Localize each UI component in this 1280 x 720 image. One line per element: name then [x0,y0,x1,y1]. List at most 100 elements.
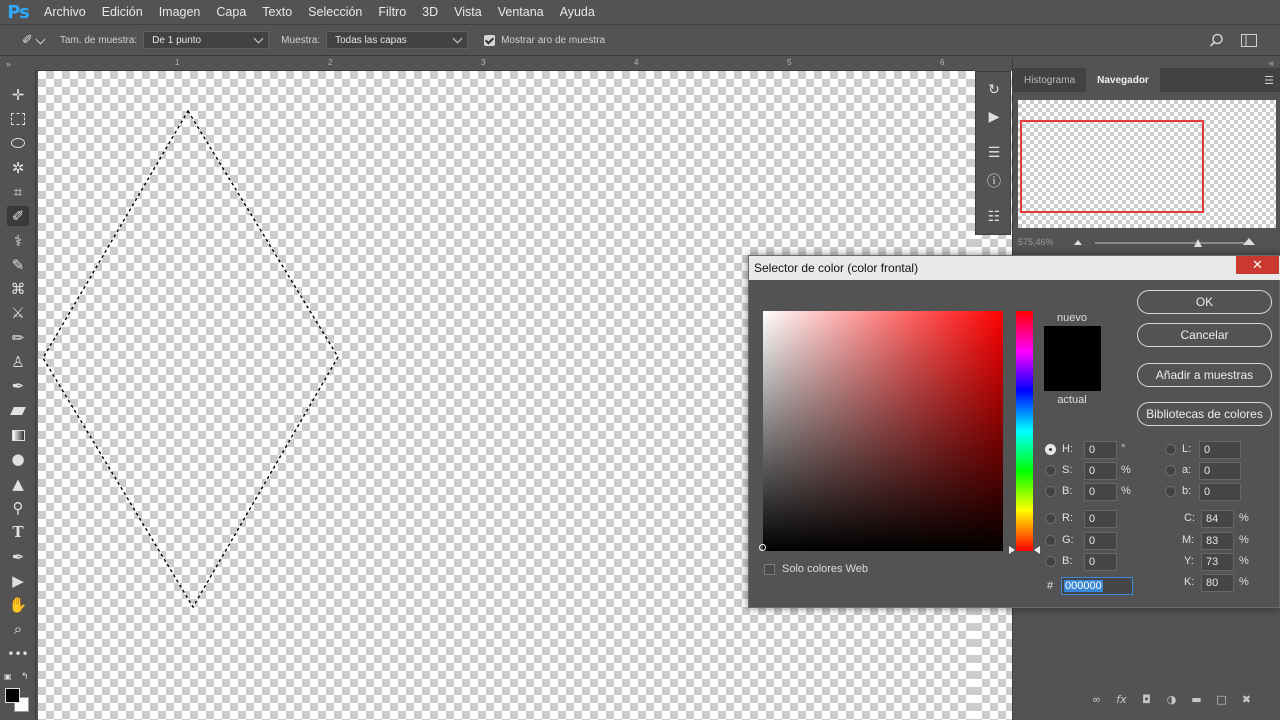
menu-ayuda[interactable]: Ayuda [552,5,603,19]
info-panel-icon[interactable]: ⓘ [982,170,1006,192]
actions-panel-icon[interactable]: ▶ [982,106,1006,128]
workspace-icon[interactable] [1241,34,1257,47]
sample-select[interactable]: Todas las capas [326,31,469,49]
clone-stamp-tool-icon[interactable]: ⌘ [7,279,29,299]
menu-vista[interactable]: Vista [446,5,490,19]
foreground-color-swatch[interactable] [5,688,20,703]
collapse-icon[interactable]: » [6,59,11,69]
web-colors-only-checkbox[interactable] [764,564,775,575]
green-radio[interactable] [1045,535,1056,546]
cyan-field[interactable]: 84 [1201,510,1234,528]
fx-icon[interactable]: fx [1113,691,1130,708]
brightness-field[interactable]: 0 [1084,483,1117,501]
saturation-field[interactable]: 0 [1084,462,1117,480]
hue-field[interactable]: 0 [1084,441,1117,459]
magenta-field[interactable]: 83 [1201,532,1234,550]
dodge-tool-icon[interactable]: ⚲ [7,498,29,518]
hue-slider-left-arrow[interactable] [1009,546,1015,554]
properties-panel-icon[interactable]: ☰ [982,142,1006,164]
menu-capa[interactable]: Capa [208,5,254,19]
menu-filtro[interactable]: Filtro [370,5,414,19]
clone-source-panel-icon[interactable]: ☷ [982,206,1006,228]
new-group-icon[interactable]: ▬ [1188,691,1205,708]
zoom-out-icon[interactable] [1074,240,1082,245]
blue-field[interactable]: 0 [1084,553,1117,571]
cancel-button[interactable]: Cancelar [1137,323,1272,347]
tab-histogram[interactable]: Histograma [1013,68,1086,92]
zoom-value[interactable]: 575,46% [1018,237,1054,247]
show-ring-checkbox[interactable] [484,34,496,46]
link-layers-icon[interactable]: ∞ [1088,691,1105,708]
move-tool-icon[interactable]: ✛ [7,85,29,105]
b-channel-field[interactable]: 0 [1199,483,1241,501]
more-tools-icon[interactable]: ••• [7,644,29,664]
b-channel-radio[interactable] [1165,486,1176,497]
tab-navigator[interactable]: Navegador [1086,68,1160,92]
zoom-slider[interactable] [1095,242,1245,244]
menu-imagen[interactable]: Imagen [151,5,209,19]
history-brush-tool-icon[interactable]: ⚔ [7,303,29,323]
panel-menu-icon[interactable]: ☰ [1264,74,1274,87]
ok-button[interactable]: OK [1137,290,1272,314]
lasso-tool-icon[interactable] [7,133,29,153]
eyedropper-tool-icon[interactable]: ✐ [7,206,29,226]
zoom-in-icon[interactable] [1243,238,1255,245]
saturation-radio[interactable] [1045,465,1056,476]
a-channel-radio[interactable] [1165,465,1176,476]
new-layer-icon[interactable]: □ [1213,691,1230,708]
lightness-radio[interactable] [1165,444,1176,455]
hue-slider-right-arrow[interactable] [1034,546,1040,554]
path-selection-tool-icon[interactable]: ▶ [7,571,29,591]
marquee-tool-icon[interactable] [7,109,29,129]
add-to-swatches-button[interactable]: Añadir a muestras [1137,363,1272,387]
eyedropper-preset-icon[interactable]: ✐ [22,33,33,48]
black-field[interactable]: 80 [1201,574,1234,592]
saturation-brightness-field[interactable] [763,311,1003,551]
navigator-view-rectangle[interactable] [1020,120,1204,213]
healing-brush-tool-icon[interactable]: ⚕ [7,231,29,251]
menu-texto[interactable]: Texto [254,5,300,19]
chevron-down-icon[interactable] [35,34,46,46]
quick-selection-tool-icon[interactable]: ✲ [7,158,29,178]
sample-size-select[interactable]: De 1 punto [143,31,270,49]
smudge-tool-icon[interactable]: ✒ [7,376,29,396]
sharpen-tool-icon[interactable]: ▲ [7,474,29,494]
hex-field[interactable]: 000000 [1061,577,1133,595]
menu-ventana[interactable]: Ventana [490,5,552,19]
current-color-swatch[interactable] [1044,360,1101,391]
gradient-tool-icon[interactable] [7,425,29,445]
red-radio[interactable] [1045,513,1056,524]
trash-icon[interactable]: ✖ [1238,691,1255,708]
dialog-title-bar[interactable]: Selector de color (color frontal) [749,256,1280,280]
pencil-tool-icon[interactable]: ✏ [7,328,29,348]
hue-slider[interactable] [1016,311,1033,551]
default-colors-icon[interactable]: ▣ [4,672,12,681]
navigator-preview[interactable] [1018,100,1276,228]
collapse-panel-icon[interactable]: « [1269,58,1274,68]
history-panel-icon[interactable]: ↻ [982,79,1006,101]
menu-edicion[interactable]: Edición [94,5,151,19]
brush-tool-icon[interactable]: ✎ [7,255,29,275]
type-tool-icon[interactable]: T [7,522,29,542]
zoom-tool-icon[interactable]: ⌕ [7,619,29,639]
zoom-slider-thumb[interactable] [1194,239,1202,247]
menu-seleccion[interactable]: Selección [300,5,370,19]
menu-archivo[interactable]: Archivo [36,5,94,19]
hue-radio[interactable] [1045,444,1056,455]
hand-tool-icon[interactable]: ✋ [7,595,29,615]
close-button[interactable]: ✕ [1236,256,1279,274]
a-channel-field[interactable]: 0 [1199,462,1241,480]
search-icon[interactable] [1209,33,1224,48]
swap-colors-icon[interactable]: ↰ [21,671,29,682]
yellow-field[interactable]: 73 [1201,553,1234,571]
pen-tool-icon[interactable]: ✒ [7,547,29,567]
blue-radio[interactable] [1045,556,1056,567]
color-field-marker[interactable] [759,544,766,551]
layer-mask-icon[interactable]: ◘ [1138,691,1155,708]
green-field[interactable]: 0 [1084,532,1117,550]
eraser-tool-icon[interactable] [7,401,29,421]
brightness-radio[interactable] [1045,486,1056,497]
lightness-field[interactable]: 0 [1199,441,1241,459]
red-field[interactable]: 0 [1084,510,1117,528]
crop-tool-icon[interactable]: ⌗ [7,182,29,202]
